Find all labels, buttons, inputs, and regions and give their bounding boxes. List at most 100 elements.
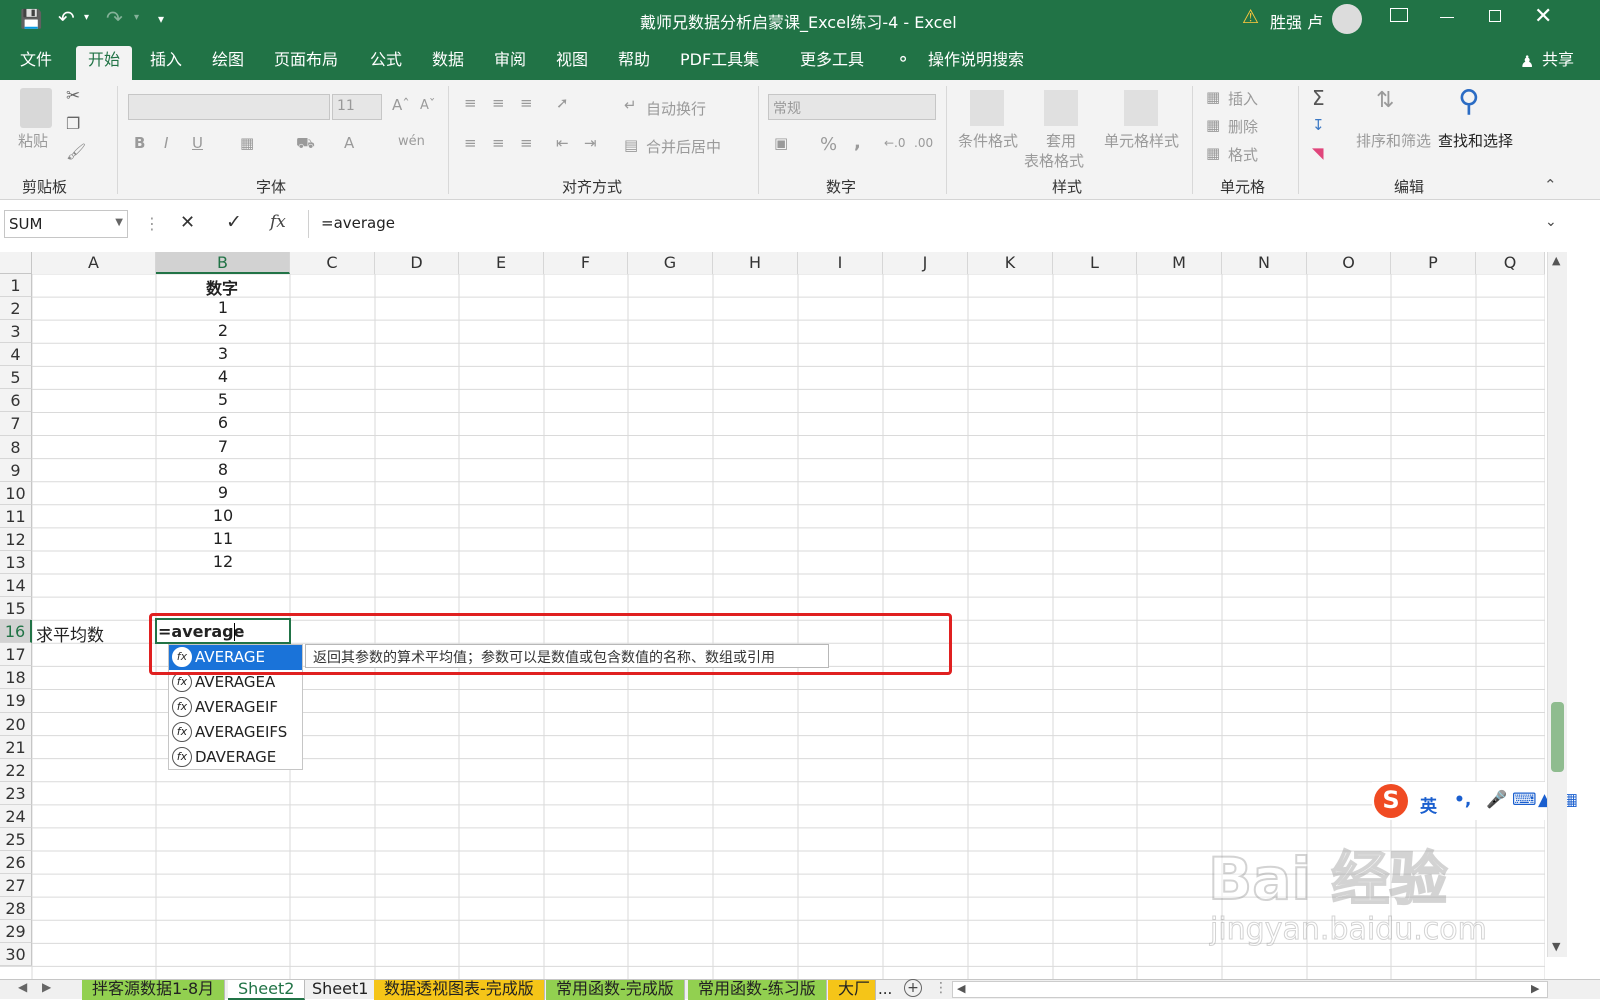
tab-data[interactable]: 数据 — [420, 46, 476, 80]
cell-b7[interactable]: 6 — [156, 413, 290, 432]
cell-b10[interactable]: 9 — [156, 483, 290, 502]
row-header-11[interactable]: 11 — [0, 504, 32, 528]
prev-sheet-icon[interactable]: ◀ — [18, 980, 27, 994]
align-left-icon[interactable]: ≡ — [464, 134, 477, 152]
row-header-30[interactable]: 30 — [0, 943, 32, 967]
format-table-button[interactable]: 套用 — [1046, 130, 1076, 151]
next-sheet-icon[interactable]: ▶ — [42, 980, 51, 994]
tab-view[interactable]: 视图 — [544, 46, 600, 80]
share-button[interactable]: 共享 — [1530, 46, 1586, 80]
autocomplete-item[interactable]: fx AVERAGEIF — [169, 695, 302, 720]
font-size-box[interactable]: 11 — [332, 94, 382, 120]
column-header-q[interactable]: Q — [1476, 252, 1545, 274]
ime-lang[interactable]: 英 — [1420, 792, 1437, 817]
row-header-27[interactable]: 27 — [0, 874, 32, 898]
tab-file[interactable]: 文件 — [8, 46, 64, 80]
clear-icon[interactable]: ◥ — [1312, 144, 1324, 162]
grow-font-icon[interactable]: Aˆ — [392, 96, 410, 114]
name-box-dropdown-icon[interactable]: ▼ — [115, 217, 123, 228]
row-header-7[interactable]: 7 — [0, 412, 32, 436]
merge-center-button[interactable]: 合并后居中 — [646, 136, 721, 157]
row-header-24[interactable]: 24 — [0, 804, 32, 828]
format-cells-button[interactable]: 格式 — [1228, 144, 1258, 165]
minimize-icon[interactable] — [1440, 17, 1454, 18]
increase-decimal-icon[interactable]: ←.0 — [884, 136, 906, 150]
cell-a16[interactable]: 求平均数 — [36, 621, 104, 646]
sheet-tab[interactable]: 大厂 — [828, 980, 876, 1000]
row-header-23[interactable]: 23 — [0, 781, 32, 805]
conditional-format-icon[interactable] — [970, 90, 1004, 126]
tabs-splitter-icon[interactable]: ⋮ — [934, 980, 948, 996]
row-header-21[interactable]: 21 — [0, 735, 32, 759]
cut-icon[interactable]: ✂ — [66, 86, 80, 106]
find-select-button[interactable]: 查找和选择 — [1438, 130, 1513, 151]
font-color-icon[interactable]: A — [344, 134, 354, 152]
cell-b12[interactable]: 11 — [156, 529, 290, 548]
number-format-box[interactable]: 常规 — [768, 94, 936, 120]
close-icon[interactable]: ✕ — [1534, 4, 1552, 29]
cell-b13[interactable]: 12 — [156, 552, 290, 571]
row-header-12[interactable]: 12 — [0, 527, 32, 551]
warning-icon[interactable]: ⚠ — [1242, 6, 1259, 28]
microphone-icon[interactable]: 🎤 — [1486, 790, 1507, 810]
scroll-right-icon[interactable]: ▶ — [1531, 982, 1539, 995]
scroll-down-icon[interactable]: ▼ — [1552, 940, 1560, 953]
column-header-k[interactable]: K — [968, 252, 1053, 274]
column-header-e[interactable]: E — [459, 252, 544, 274]
column-header-c[interactable]: C — [290, 252, 375, 274]
scroll-up-icon[interactable]: ▲ — [1552, 254, 1560, 267]
row-header-20[interactable]: 20 — [0, 712, 32, 736]
cell-b5[interactable]: 4 — [156, 367, 290, 386]
orientation-icon[interactable]: ➚ — [556, 94, 569, 112]
redo-dropdown-icon[interactable]: ▾ — [134, 12, 139, 23]
conditional-format-button[interactable]: 条件格式 — [958, 130, 1018, 151]
insert-cells-icon[interactable]: ▦ — [1206, 88, 1220, 106]
formula-input[interactable]: =average — [308, 210, 1564, 238]
row-header-4[interactable]: 4 — [0, 343, 32, 367]
column-header-l[interactable]: L — [1053, 252, 1137, 274]
avatar[interactable] — [1332, 4, 1362, 34]
wrap-text-icon[interactable]: ↵ — [624, 96, 637, 114]
insert-function-icon[interactable]: fx — [270, 212, 286, 232]
ribbon-display-icon[interactable] — [1390, 8, 1408, 22]
search-icon[interactable]: ⚲ — [1458, 84, 1480, 119]
delete-cells-button[interactable]: 删除 — [1228, 116, 1258, 137]
row-header-1[interactable]: 1 — [0, 274, 32, 298]
user-name[interactable]: 胜强 卢 — [1270, 9, 1323, 33]
row-header-8[interactable]: 8 — [0, 435, 32, 459]
autosum-icon[interactable]: Σ — [1312, 86, 1325, 110]
ime-punct[interactable]: •, — [1454, 790, 1471, 810]
tell-me-search[interactable]: 操作说明搜索 — [916, 46, 1036, 80]
autocomplete-item[interactable]: fx DAVERAGE — [169, 745, 302, 770]
cell-b6[interactable]: 5 — [156, 390, 290, 409]
column-header-f[interactable]: F — [544, 252, 628, 274]
sheet-tab[interactable]: 数据透视图表-完成版 — [374, 980, 545, 1000]
select-all-corner[interactable] — [0, 252, 32, 274]
cell-b9[interactable]: 8 — [156, 460, 290, 479]
column-header-i[interactable]: I — [798, 252, 883, 274]
increase-indent-icon[interactable]: ⇥ — [584, 134, 597, 152]
align-right-icon[interactable]: ≡ — [520, 134, 533, 152]
column-header-b[interactable]: B — [156, 252, 290, 274]
scroll-left-icon[interactable]: ◀ — [957, 982, 965, 995]
format-table-icon[interactable] — [1044, 90, 1078, 126]
sheet-tab[interactable]: 常用函数-练习版 — [688, 980, 827, 1000]
row-header-5[interactable]: 5 — [0, 366, 32, 390]
cell-b11[interactable]: 10 — [156, 506, 290, 525]
expand-formula-icon[interactable]: ⌄ — [1545, 214, 1557, 230]
format-table-button-2[interactable]: 表格格式 — [1024, 150, 1084, 171]
insert-cells-button[interactable]: 插入 — [1228, 88, 1258, 109]
row-header-10[interactable]: 10 — [0, 481, 32, 505]
format-painter-icon[interactable]: 🖌 — [66, 142, 86, 161]
fill-icon[interactable]: ↧ — [1312, 116, 1325, 134]
row-header-2[interactable]: 2 — [0, 297, 32, 321]
phonetic-icon[interactable]: wén — [398, 134, 425, 149]
worksheet-grid[interactable]: ABCDEFGHIJKLMNOPQ 1 2 3 4 5 6 7 8 9 10 11 12 13 14 15 1… — [0, 252, 1580, 979]
tab-review[interactable]: 审阅 — [482, 46, 538, 80]
column-header-h[interactable]: H — [713, 252, 798, 274]
row-header-19[interactable]: 19 — [0, 689, 32, 713]
sheet-tab-active[interactable]: Sheet2 — [228, 980, 306, 1000]
cell-b8[interactable]: 7 — [156, 437, 290, 456]
shrink-font-icon[interactable]: Aˇ — [420, 98, 435, 113]
comma-button[interactable]: , — [854, 132, 861, 153]
